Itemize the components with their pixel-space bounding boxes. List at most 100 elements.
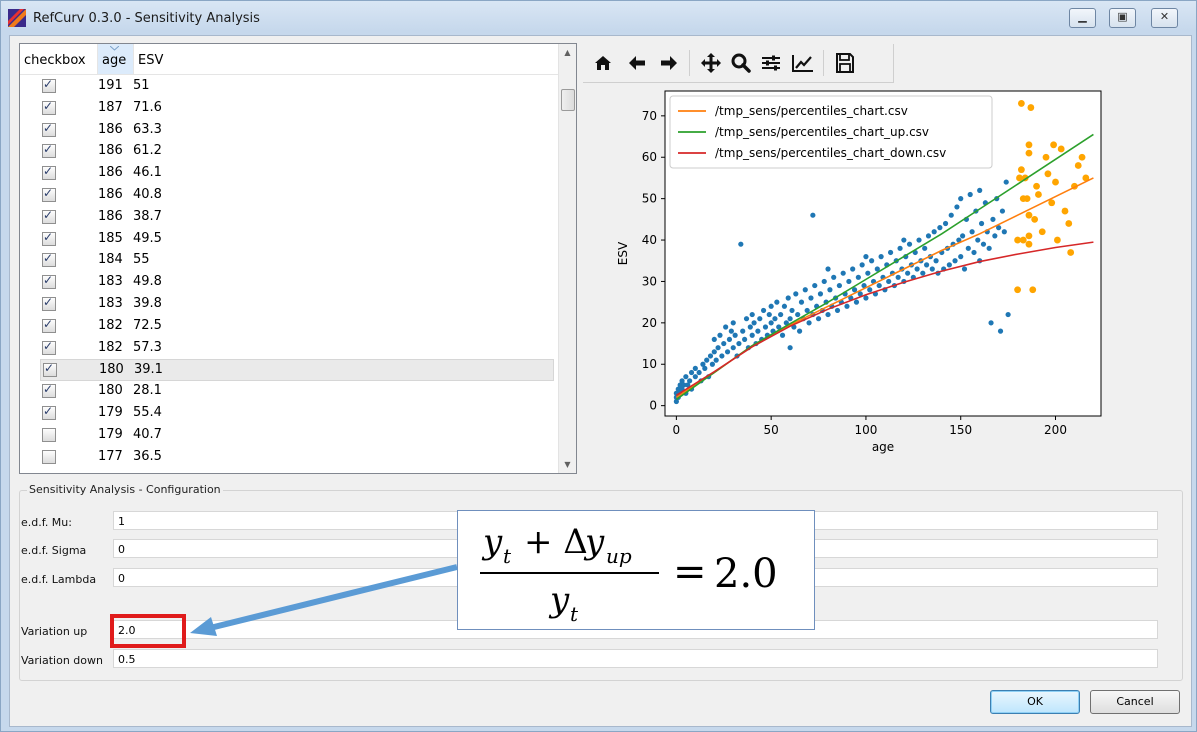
minimize-button[interactable]: ▁ [1069,8,1096,28]
back-arrow-icon[interactable] [623,50,651,76]
svg-text:up: up [606,544,632,568]
scatter-point [999,208,1006,214]
data-table[interactable]: checkbox age ESV ✓ 191 51 ✓ 187 71.6 ✓ 186 63.3 ✓… [19,43,577,474]
row-checkbox[interactable] [42,427,56,442]
table-vertical-scrollbar[interactable]: ▲ ▼ [558,44,576,473]
edit-axis-icon[interactable] [789,50,817,76]
checkmark-icon: ✓ [43,316,54,331]
forward-arrow-icon[interactable] [655,50,683,76]
cell-age: 186 [98,186,123,202]
table-row[interactable]: ✓ 186 63.3 [20,120,558,142]
table-row[interactable]: ✓ 179 55.4 [20,403,558,425]
checkmark-icon: ✓ [43,185,54,200]
cell-age: 186 [98,143,123,159]
maximize-button[interactable]: ▣ [1109,8,1136,28]
scatter-point [785,295,791,301]
table-row[interactable]: ✓ 185 49.5 [20,229,558,251]
cancel-button[interactable]: Cancel [1090,690,1180,714]
scatter-point [730,320,736,326]
table-row[interactable]: ✓ 183 49.8 [20,272,558,294]
cell-age: 186 [98,208,123,224]
scatter-point [990,216,996,222]
row-checkbox[interactable] [42,449,56,464]
scroll-down-icon[interactable]: ▼ [559,456,576,473]
zoom-icon[interactable] [727,50,755,76]
table-row[interactable]: ✓ 182 72.5 [20,316,558,338]
table-row[interactable]: ✓ 186 46.1 [20,163,558,185]
scatter-point [732,332,738,338]
cell-esv: 61.2 [133,143,162,159]
scatter-point [905,270,911,276]
row-checkbox[interactable]: ✓ [42,230,56,246]
checkmark-icon: ✓ [43,403,54,418]
scatter-point [817,291,824,297]
scatter-point [1074,162,1082,169]
close-button[interactable]: ✕ [1151,8,1178,28]
table-row[interactable]: ✓ 184 55 [20,250,558,272]
table-row[interactable]: ✓ 186 61.2 [20,141,558,163]
cell-age: 186 [98,121,123,137]
subplots-config-icon[interactable] [757,50,785,76]
x-tick-label: 100 [854,423,877,437]
title-bar[interactable]: RefCurv 0.3.0 - Sensitivity Analysis ▁ ▣… [1,1,1196,35]
scrollbar-thumb[interactable] [561,89,575,111]
table-row[interactable]: ✓ 191 51 [20,76,558,98]
cell-esv: 39.8 [133,295,162,311]
row-checkbox[interactable]: ✓ [42,339,56,355]
cell-esv: 49.5 [133,230,162,246]
row-checkbox[interactable]: ✓ [42,295,56,311]
row-checkbox[interactable]: ✓ [43,361,57,378]
row-checkbox[interactable]: ✓ [42,77,56,93]
checkmark-icon: ✓ [43,77,54,91]
scatter-point [1038,228,1046,236]
home-icon[interactable] [589,50,617,76]
scatter-point [779,332,786,338]
chart[interactable]: 0 50 100 150 200 0 10 20 30 40 50 60 70 age ESV /tmp_s… [583,83,1183,476]
row-checkbox[interactable]: ✓ [42,403,56,420]
y-tick-label: 0 [649,399,657,413]
table-row[interactable]: ✓ 182 57.3 [20,338,558,360]
scatter-point [751,320,757,326]
scatter-point [781,303,788,309]
row-checkbox[interactable]: ✓ [42,142,56,159]
dialog-client-area: checkbox age ESV ✓ 191 51 ✓ 187 71.6 ✓ 186 63.3 ✓… [9,35,1192,727]
row-checkbox[interactable]: ✓ [42,316,56,333]
row-checkbox[interactable]: ✓ [42,164,56,181]
label-variation-down: Variation down [21,654,103,667]
table-row[interactable]: 177 36.5 [20,447,558,469]
table-row[interactable]: ✓ 186 40.8 [20,185,558,207]
row-checkbox[interactable]: ✓ [42,273,56,290]
scatter-point [1033,182,1040,190]
table-row[interactable]: 179 40.7 [20,425,558,447]
input-variation-down[interactable]: 0.5 [113,649,1158,668]
save-icon[interactable] [831,50,859,76]
scatter-point [798,299,805,305]
row-checkbox[interactable]: ✓ [42,251,56,268]
row-checkbox[interactable]: ✓ [42,121,56,137]
scatter-point [1027,104,1035,111]
table-row[interactable]: ✓ 187 71.6 [20,98,558,120]
cell-age: 180 [98,383,123,399]
scatter-point [778,311,784,318]
scatter-point [787,345,793,351]
table-row[interactable]: ✓ 186 38.7 [20,207,558,229]
row-checkbox[interactable]: ✓ [42,185,56,202]
scroll-up-icon[interactable]: ▲ [559,44,576,61]
scatter-point [709,361,715,367]
scatter-point [719,353,725,359]
table-row[interactable]: ✓ 180 39.1 [40,359,554,382]
column-header-checkbox[interactable]: checkbox [20,44,98,74]
scatter-point [1031,215,1039,223]
column-header-esv[interactable]: ESV [134,44,558,74]
table-row[interactable]: ✓ 183 39.8 [20,294,558,316]
ok-button[interactable]: OK [990,690,1080,714]
row-checkbox[interactable]: ✓ [42,382,56,399]
pan-icon[interactable] [697,50,725,76]
scatter-point [736,340,742,347]
row-checkbox[interactable]: ✓ [42,208,56,224]
scatter-point [755,328,761,334]
table-row[interactable]: ✓ 180 28.1 [20,381,558,403]
scatter-point [895,274,901,280]
scatter-point [821,278,827,285]
row-checkbox[interactable]: ✓ [42,99,56,115]
